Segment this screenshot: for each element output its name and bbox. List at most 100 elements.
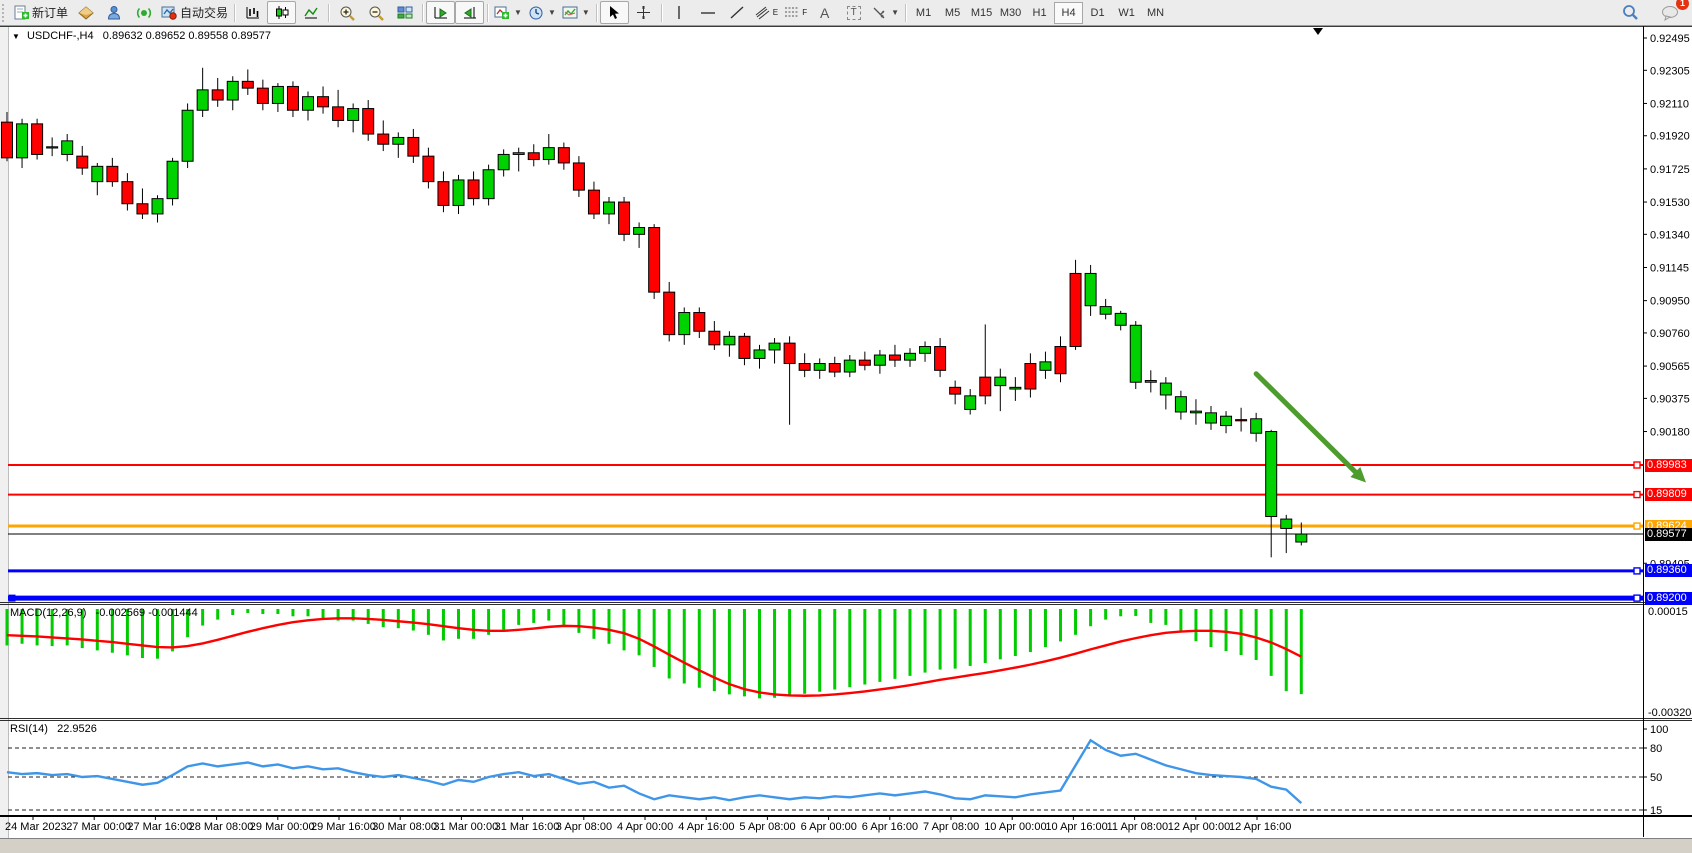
line-chart-icon xyxy=(303,5,319,20)
tile-windows-button[interactable] xyxy=(390,1,419,24)
toolbar-drag-handle[interactable] xyxy=(2,4,9,22)
navigator-button[interactable] xyxy=(100,1,129,24)
timeframe-group: M1M5M15M30H1H4D1W1MN xyxy=(909,2,1170,24)
chart-shift-button[interactable] xyxy=(455,1,484,24)
chevron-down-icon: ▼ xyxy=(582,8,590,17)
time-axis-label: 12 Apr 16:00 xyxy=(1229,821,1291,833)
chevron-down-icon: ▼ xyxy=(891,8,899,17)
chat-icon xyxy=(1661,5,1679,21)
svg-text:0.91725: 0.91725 xyxy=(1650,164,1690,176)
time-axis-label: 5 Apr 08:00 xyxy=(739,821,795,833)
zoom-out-icon xyxy=(368,5,384,21)
time-axis-label: 28 Mar 08:00 xyxy=(189,821,254,833)
toolbar-separator xyxy=(661,4,662,22)
trendline-button[interactable] xyxy=(723,1,752,24)
search-button[interactable] xyxy=(1616,1,1645,24)
arrows-button[interactable]: ▼ xyxy=(868,1,902,24)
zoom-in-button[interactable] xyxy=(332,1,361,24)
macd-values: -0.002569 -0.001444 xyxy=(96,607,198,619)
timeframe-m30-button[interactable]: M30 xyxy=(996,2,1025,24)
current-price-tag: 0.89577 xyxy=(1645,528,1692,541)
svg-text:0.90760: 0.90760 xyxy=(1650,328,1690,340)
toolbar-separator xyxy=(328,4,329,22)
dropdown-triangle-icon[interactable]: ▼ xyxy=(12,32,20,41)
time-axis-label: 6 Apr 16:00 xyxy=(862,821,918,833)
crosshair-icon xyxy=(636,5,651,20)
horizontal-line-button[interactable] xyxy=(694,1,723,24)
new-order-icon xyxy=(14,5,29,20)
time-axis-label: 4 Apr 00:00 xyxy=(617,821,673,833)
time-axis-label: 31 Mar 16:00 xyxy=(495,821,560,833)
toolbar-separator xyxy=(905,4,906,22)
candlestick-chart-button[interactable] xyxy=(267,1,296,24)
timeframe-mn-button[interactable]: MN xyxy=(1141,2,1170,24)
chart-shift-marker-icon[interactable] xyxy=(1313,28,1323,35)
svg-text:0.90180: 0.90180 xyxy=(1650,427,1690,439)
new-order-label: 新订单 xyxy=(32,4,68,21)
rsi-pane-separator[interactable] xyxy=(0,718,1692,719)
time-axis-label: 10 Apr 16:00 xyxy=(1045,821,1107,833)
periods-button[interactable]: ▼ xyxy=(525,1,559,24)
auto-trading-button[interactable]: 自动交易 xyxy=(158,1,231,24)
indicators-button[interactable]: ▼ xyxy=(491,1,525,24)
svg-text:50: 50 xyxy=(1650,772,1662,784)
price-level-tag: 0.89360 xyxy=(1645,564,1692,577)
svg-text:80: 80 xyxy=(1650,743,1662,755)
line-chart-button[interactable] xyxy=(296,1,325,24)
timeframe-m15-button[interactable]: M15 xyxy=(967,2,996,24)
macd-pane-separator xyxy=(0,604,1692,605)
macd-pane-separator[interactable] xyxy=(0,602,1692,603)
time-axis-label: 4 Apr 16:00 xyxy=(678,821,734,833)
timeframe-m5-button[interactable]: M5 xyxy=(938,2,967,24)
svg-text:0.92110: 0.92110 xyxy=(1650,98,1689,110)
svg-text:0.90565: 0.90565 xyxy=(1650,361,1690,373)
timeframe-m1-button[interactable]: M1 xyxy=(909,2,938,24)
toolbar-separator xyxy=(422,4,423,22)
macd-axis-max: 0.00015 xyxy=(1648,606,1688,618)
svg-text:0.91920: 0.91920 xyxy=(1650,131,1690,143)
notification-badge: 1 xyxy=(1676,0,1689,10)
bar-chart-icon xyxy=(245,5,261,20)
text-label-button[interactable]: T xyxy=(839,1,868,24)
time-axis-label: 11 Apr 08:00 xyxy=(1107,821,1169,833)
terminal-button[interactable] xyxy=(129,1,158,24)
vertical-line-icon xyxy=(674,5,684,20)
zoom-in-icon xyxy=(339,5,355,21)
crosshair-button[interactable] xyxy=(629,1,658,24)
zoom-out-button[interactable] xyxy=(361,1,390,24)
cursor-button[interactable] xyxy=(600,1,629,24)
market-watch-button[interactable] xyxy=(71,1,100,24)
timeframe-h4-button[interactable]: H4 xyxy=(1054,2,1083,24)
templates-button[interactable]: ▼ xyxy=(559,1,593,24)
svg-text:0.92495: 0.92495 xyxy=(1650,33,1690,45)
timeframe-h1-button[interactable]: H1 xyxy=(1025,2,1054,24)
cursor-icon xyxy=(607,5,621,20)
time-axis-label: 3 Apr 08:00 xyxy=(556,821,612,833)
toolbar-separator xyxy=(487,4,488,22)
new-order-button[interactable]: 新订单 xyxy=(11,1,71,24)
chevron-down-icon: ▼ xyxy=(548,8,556,17)
equidistant-channel-button[interactable]: E xyxy=(752,1,781,24)
vertical-line-button[interactable] xyxy=(665,1,694,24)
time-axis-label: 29 Mar 16:00 xyxy=(311,821,376,833)
label-tool-icon: T xyxy=(847,6,861,20)
svg-text:0.91145: 0.91145 xyxy=(1650,262,1689,274)
text-button[interactable]: A xyxy=(810,1,839,24)
auto-scroll-button[interactable] xyxy=(426,1,455,24)
timeframe-d1-button[interactable]: D1 xyxy=(1083,2,1112,24)
search-icon xyxy=(1622,4,1639,21)
trendline-icon xyxy=(729,5,745,20)
chart-title: ▼ USDCHF-,H4 0.89632 0.89652 0.89558 0.8… xyxy=(12,30,271,42)
chart-canvas[interactable]: 0.924950.923050.921100.919200.917250.915… xyxy=(0,0,1692,852)
navigator-icon xyxy=(107,5,122,20)
macd-indicator-label: MACD(12,26,9) -0.002569 -0.001444 xyxy=(10,607,198,619)
time-axis-label: 30 Mar 08:00 xyxy=(372,821,437,833)
price-level-tag: 0.89983 xyxy=(1645,459,1692,472)
timeframe-w1-button[interactable]: W1 xyxy=(1112,2,1141,24)
chat-button[interactable]: 1 xyxy=(1655,1,1684,24)
auto-scroll-icon xyxy=(433,5,449,20)
bar-chart-button[interactable] xyxy=(238,1,267,24)
macd-axis-min: -0.003208 xyxy=(1648,707,1692,719)
time-axis-label: 27 Mar 00:00 xyxy=(66,821,131,833)
fibonacci-button[interactable]: F xyxy=(781,1,810,24)
